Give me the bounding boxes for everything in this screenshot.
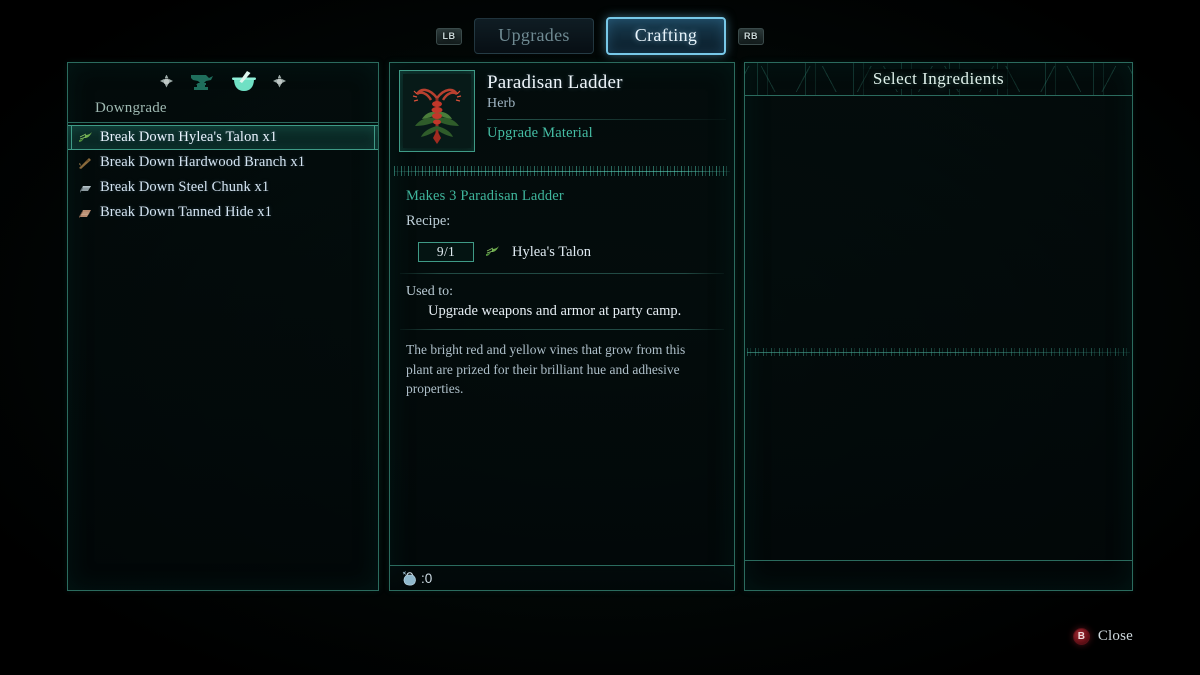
list-item-break-down-steel-chunk[interactable]: Break Down Steel Chunk x1	[68, 175, 378, 200]
list-item-label: Break Down Tanned Hide x1	[100, 204, 272, 220]
list-item-label: Break Down Hardwood Branch x1	[100, 154, 306, 170]
herb-icon	[77, 131, 93, 145]
select-ingredients-title: Select Ingredients	[858, 69, 1019, 89]
recipe-label: Recipe:	[406, 213, 451, 229]
dpad-left-icon[interactable]	[160, 74, 173, 88]
section-label-downgrade: Downgrade	[95, 100, 167, 116]
list-item-break-down-hardwood-branch[interactable]: Break Down Hardwood Branch x1	[68, 150, 378, 175]
carry-weight-bar: :0	[390, 565, 734, 590]
right-bumper-icon: RB	[738, 27, 764, 45]
item-category: Upgrade Material	[487, 124, 593, 141]
used-to-label: Used to:	[406, 284, 454, 299]
tab-upgrades[interactable]: Upgrades	[474, 18, 594, 54]
dpad-right-icon[interactable]	[273, 74, 286, 88]
item-thumbnail	[399, 70, 475, 152]
ornate-divider	[747, 348, 1130, 356]
item-type: Herb	[487, 95, 516, 111]
list-item-break-down-hyleas-talon[interactable]: Break Down Hylea's Talon x1	[68, 125, 378, 150]
right-panel-header: Select Ingredients	[745, 63, 1132, 96]
select-ingredients-panel: Select Ingredients	[744, 62, 1133, 591]
paradisan-ladder-plant-icon	[403, 74, 471, 148]
item-description: The bright red and yellow vines that gro…	[406, 342, 686, 397]
item-name: Paradisan Ladder	[487, 72, 623, 93]
close-button-glyph-icon[interactable]: B	[1072, 628, 1090, 645]
close-button-label[interactable]: Close	[1098, 628, 1133, 645]
carry-weight-value: :0	[421, 570, 433, 586]
game-crafting-screen: LB Upgrades Crafting RB Downgrade Break …	[0, 0, 1200, 675]
recipe-list-panel: Downgrade Break Down Hylea's Talon x1 Br…	[67, 62, 379, 591]
divider	[487, 118, 726, 120]
footer-actions: B Close	[1072, 628, 1133, 645]
list-item-label: Break Down Hylea's Talon x1	[100, 129, 278, 145]
used-to-text: Upgrade weapons and armor at party camp.	[428, 303, 682, 319]
makes-text: Makes 3 Paradisan Ladder	[406, 188, 564, 204]
tab-bar: LB Upgrades Crafting RB	[0, 14, 1200, 58]
left-bumper-icon: LB	[436, 27, 462, 45]
item-meta: Paradisan Ladder Herb Upgrade Material	[487, 70, 726, 158]
tab-crafting[interactable]: Crafting	[606, 17, 726, 55]
item-header: Paradisan Ladder Herb Upgrade Material	[390, 63, 734, 158]
ingredient-quantity: 9/1	[418, 242, 474, 262]
coin-pouch-icon	[402, 570, 416, 586]
hide-icon	[77, 206, 93, 220]
ingot-icon	[77, 181, 93, 195]
herb-icon	[484, 245, 502, 259]
anvil-icon[interactable]	[189, 71, 215, 91]
mortar-pestle-icon[interactable]	[231, 70, 257, 92]
right-panel-footer-bar	[745, 560, 1132, 590]
recipe-ingredient-row[interactable]: 9/1 Hylea's Talon	[390, 230, 734, 264]
crafting-mode-selector[interactable]	[68, 63, 378, 91]
left-panel-header: Downgrade	[68, 63, 378, 123]
branch-icon	[77, 156, 93, 170]
list-item-break-down-tanned-hide[interactable]: Break Down Tanned Hide x1	[68, 200, 378, 225]
list-item-label: Break Down Steel Chunk x1	[100, 179, 270, 195]
ornate-divider	[394, 166, 730, 176]
breakdown-list: Break Down Hylea's Talon x1 Break Down H…	[68, 123, 378, 225]
item-detail-panel: Paradisan Ladder Herb Upgrade Material M…	[389, 62, 735, 591]
ingredient-name: Hylea's Talon	[512, 243, 592, 260]
